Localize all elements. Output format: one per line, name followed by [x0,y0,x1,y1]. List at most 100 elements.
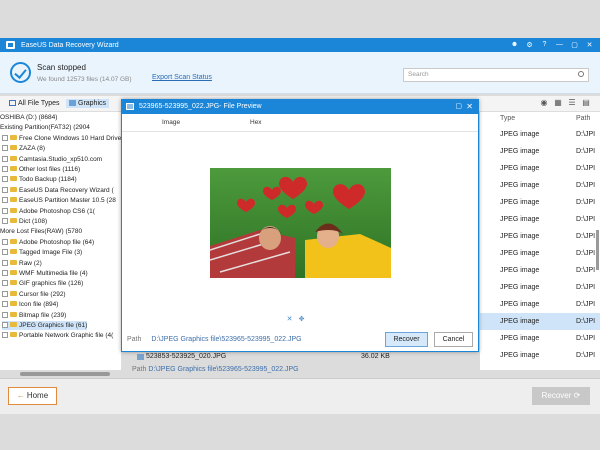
tree-item[interactable]: WMF Multimedia file (4) [2,269,88,278]
dialog-close-button[interactable]: ✕ [466,100,473,114]
tree-checkbox[interactable] [2,311,8,318]
table-row[interactable]: JPEG image D:\JPI [480,262,600,279]
tree-checkbox[interactable] [2,186,8,193]
file-type: JPEG image [500,148,540,155]
file-type: JPEG image [500,199,540,206]
move-icon[interactable]: ✥ [298,316,305,323]
column-path[interactable]: Path [576,112,590,126]
feedback-icon[interactable]: ☻ [510,41,519,49]
tree-item[interactable]: Adobe Photoshop file (64) [2,238,94,247]
tree-item[interactable]: Free Clone Windows 10 Hard Drive t [2,134,122,143]
home-label: Home [26,391,49,400]
tree-checkbox[interactable] [2,145,8,152]
tree-checkbox[interactable] [2,176,8,183]
table-row[interactable]: JPEG image D:\JPI [480,279,600,296]
table-row[interactable]: JPEG image D:\JPI [480,245,600,262]
tree-item[interactable]: More Lost Files(RAW) (5780 [0,227,82,236]
tree-checkbox[interactable] [2,166,8,172]
tree-item[interactable]: OSHIBA (D:) (8684) [0,113,57,122]
table-row[interactable]: JPEG image D:\JPI [480,228,600,245]
tree-item[interactable]: Existing Partition(FAT32) (2904 [0,123,90,132]
tree-item[interactable]: Other lost files (1116) [2,165,80,174]
tree-item[interactable]: Icon file (894) [2,300,58,309]
table-row[interactable]: JPEG image D:\JPI [480,194,600,211]
table-row[interactable]: JPEG image D:\JPI [480,347,600,364]
fit-screen-icon[interactable]: ✕ [286,316,293,323]
file-name: 523853-523925_020.JPG [146,353,227,360]
column-type[interactable]: Type [500,112,515,126]
tree-checkbox[interactable] [2,134,8,141]
tree-item-label: Free Clone Windows 10 Hard Drive t [19,134,122,142]
list-view-icon[interactable]: ☰ [568,99,576,107]
tab-image[interactable]: Image [162,119,180,126]
tree-item[interactable]: Camtasia.Studio_xp510.com [2,155,102,164]
minimize-button[interactable]: — [555,41,564,49]
tree-item-label: Portable Network Graphic file (4( [19,332,114,340]
tree-item-label: GIF graphics file (126) [19,280,84,288]
folder-icon [10,259,17,265]
tree-item-label: Cursor file (292) [19,290,66,298]
tree-checkbox[interactable] [2,197,8,204]
preview-eye-icon[interactable]: ◉ [540,99,548,107]
thumbnail-view-icon[interactable]: ▦ [554,99,562,107]
tree-item[interactable]: Tagged Image File (3) [2,248,82,257]
detail-view-icon[interactable]: ▤ [582,99,590,107]
tree-item[interactable]: Cursor file (292) [2,290,66,299]
tree-checkbox[interactable] [2,301,8,308]
tree-item[interactable]: Portable Network Graphic file (4( [2,331,113,340]
tab-graphics[interactable]: Graphics [66,99,110,108]
dialog-title: 523965-523995_022.JPG- File Preview [139,103,262,110]
dialog-maximize-button[interactable]: ▢ [455,100,462,114]
search-icon[interactable] [578,71,584,77]
tree-checkbox[interactable] [2,207,8,214]
tree-item[interactable]: EaseUS Partition Master 10.5 (28 [2,196,116,205]
search-input[interactable]: Search [403,68,589,82]
home-button[interactable]: ← Home [8,387,57,405]
close-button[interactable]: ✕ [585,41,594,49]
tree-checkbox[interactable] [2,280,8,287]
tree-checkbox[interactable] [2,238,8,245]
tree-checkbox[interactable] [2,270,8,276]
tab-hex[interactable]: Hex [250,119,262,126]
table-row[interactable]: JPEG image D:\JPI [480,160,600,177]
tree-item[interactable]: Todo Backup (1184) [2,175,77,184]
table-row[interactable]: 523853-523925_020.JPG 36.02 KB [132,352,480,362]
tree-item-label: Adobe Photoshop CS6 (1( [19,207,95,215]
tree-checkbox[interactable] [2,290,8,297]
tree-item[interactable]: Dict (108) [2,217,47,226]
tree-horizontal-scrollbar[interactable] [20,372,110,376]
tree-item[interactable]: Raw (2) [2,259,42,268]
table-row[interactable]: JPEG image D:\JPI [480,313,600,330]
table-row[interactable]: JPEG image D:\JPI [480,296,600,313]
tree-item[interactable]: JPEG Graphics file (61) [2,321,88,330]
list-vertical-scrollbar[interactable] [596,230,599,270]
tree-checkbox[interactable] [2,155,8,162]
table-row[interactable]: JPEG image D:\JPI [480,177,600,194]
tree-checkbox[interactable] [2,249,8,256]
preview-recover-button[interactable]: Recover [385,332,428,347]
folder-icon [10,280,17,286]
tab-all-file-types[interactable]: All File Types [6,99,63,108]
export-scan-status-link[interactable]: Export Scan Status [152,74,212,81]
tree-item[interactable]: GIF graphics file (126) [2,279,83,288]
tab-graphics-label: Graphics [78,100,107,107]
table-row[interactable]: JPEG image D:\JPI [480,143,600,160]
tree-item[interactable]: ZAZA (8) [2,144,45,153]
file-type: JPEG image [500,284,540,291]
maximize-button[interactable]: ▢ [570,41,579,49]
help-icon[interactable]: ? [540,41,549,49]
tree-checkbox[interactable] [2,218,8,224]
preview-cancel-button[interactable]: Cancel [434,332,473,347]
tree-item[interactable]: Adobe Photoshop CS6 (1( [2,207,95,216]
settings-icon[interactable]: ⚙ [525,41,534,49]
tree-checkbox[interactable] [2,332,8,339]
tree-checkbox[interactable] [2,322,8,328]
tree-item[interactable]: EaseUS Data Recovery Wizard ( [2,186,114,195]
tree-checkbox[interactable] [2,259,8,266]
table-row[interactable]: JPEG image D:\JPI [480,330,600,347]
file-thumbnail-icon [137,354,144,360]
recover-button[interactable]: Recover ⟳ [532,387,590,405]
table-row[interactable]: JPEG image D:\JPI [480,211,600,228]
tree-item[interactable]: Bitmap file (239) [2,311,66,320]
table-row[interactable]: JPEG image D:\JPI [480,126,600,143]
